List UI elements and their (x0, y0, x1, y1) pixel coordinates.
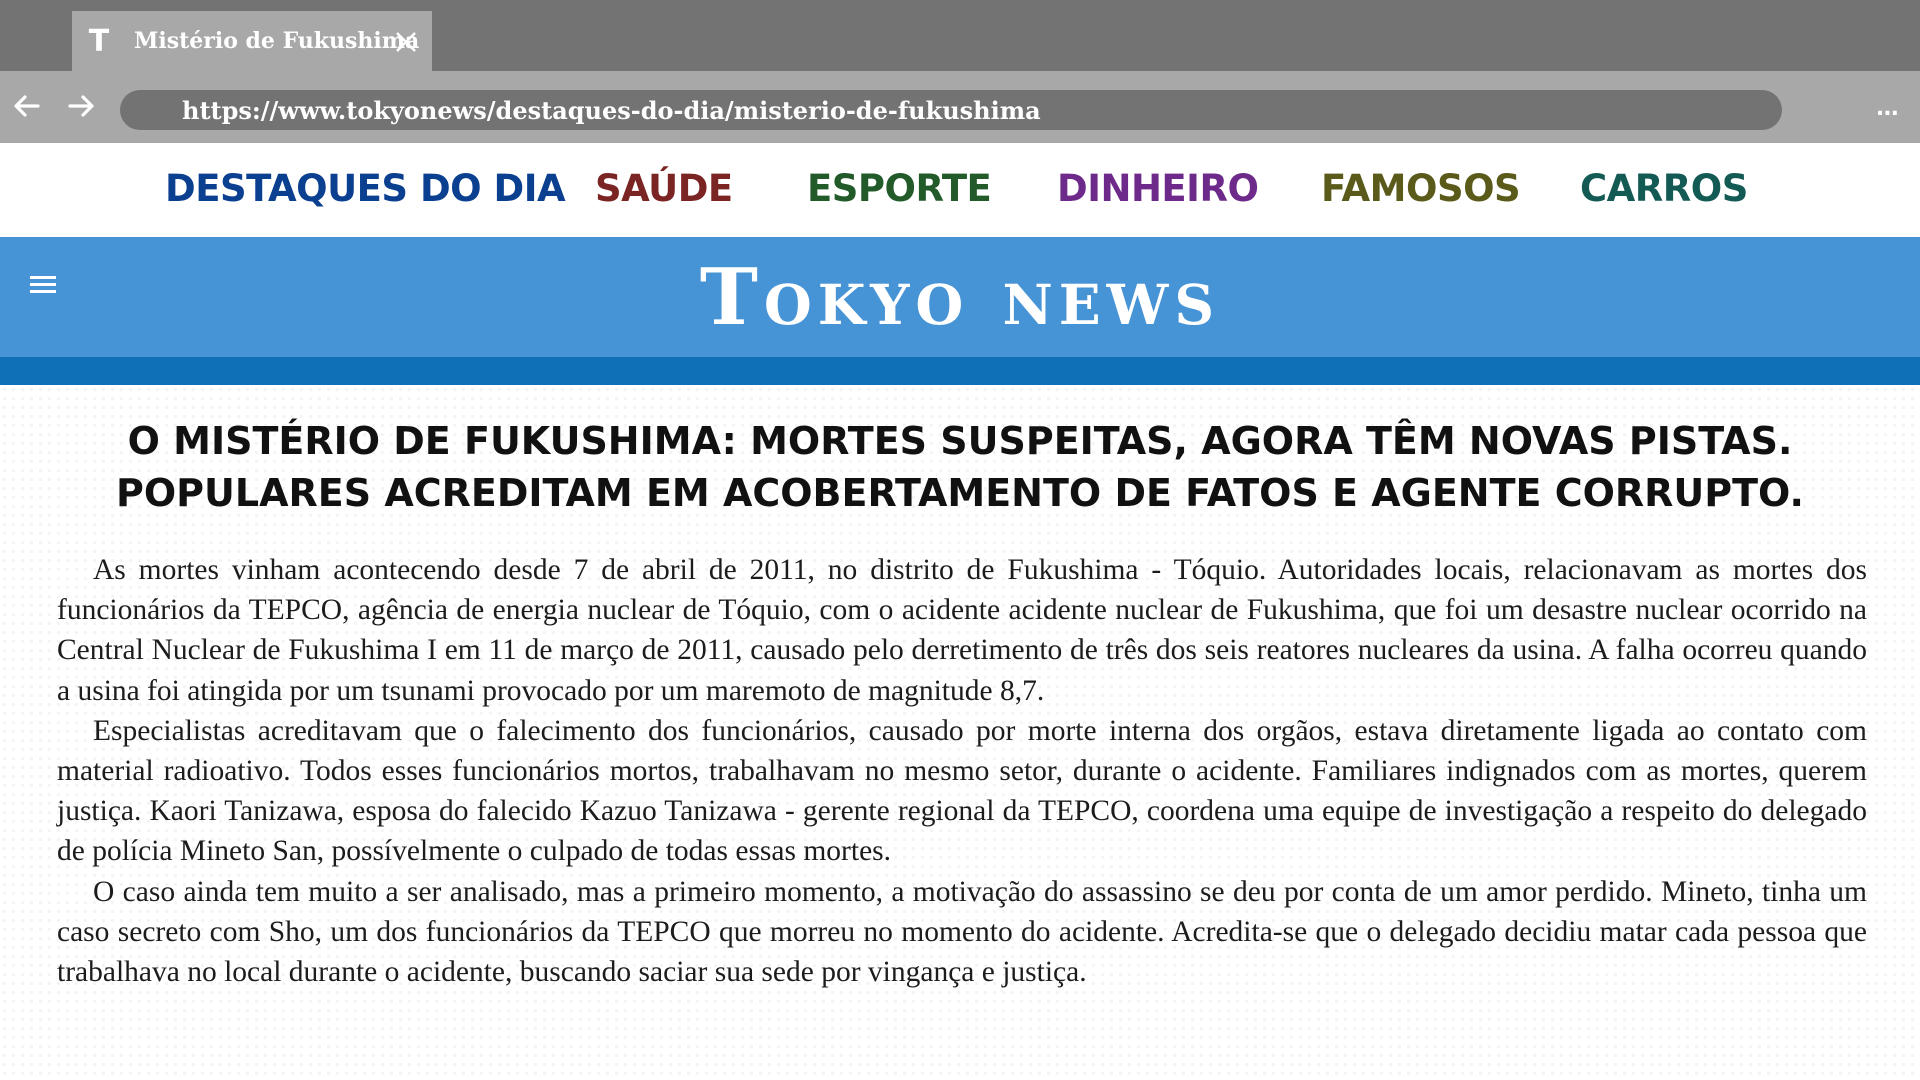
headline-line-1: O MISTÉRIO DE FUKUSHIMA: MORTES SUSPEITA… (127, 419, 1793, 463)
section-nav: DESTAQUES DO DIA SAÚDE ESPORTE DINHEIRO … (0, 143, 1920, 237)
more-menu-icon[interactable]: ... (1876, 96, 1899, 121)
section-link-carros[interactable]: CARROS (1580, 167, 1748, 210)
section-link-dinheiro[interactable]: DINHEIRO (1057, 167, 1259, 210)
headline-line-2: POPULARES ACREDITAM EM ACOBERTAMENTO DE … (116, 471, 1804, 515)
back-arrow-icon[interactable] (10, 89, 44, 123)
article-headline: O MISTÉRIO DE FUKUSHIMA: MORTES SUSPEITA… (60, 415, 1860, 519)
paragraph: As mortes vinham acontecendo desde 7 de … (57, 554, 1867, 707)
favicon-icon: T (88, 23, 110, 59)
section-link-esporte[interactable]: ESPORTE (807, 167, 992, 210)
tab-title: Mistério de Fukushima (134, 28, 420, 54)
article: O MISTÉRIO DE FUKUSHIMA: MORTES SUSPEITA… (0, 385, 1920, 1080)
close-icon[interactable] (394, 30, 418, 54)
tab-strip: T Mistério de Fukushima (0, 0, 1920, 71)
section-link-saude[interactable]: SAÚDE (595, 167, 733, 210)
browser-toolbar: https://www.tokyonews/destaques-do-dia/m… (0, 71, 1920, 143)
paragraph: Especialistas acreditavam que o falecime… (57, 714, 1867, 868)
section-link-destaques[interactable]: DESTAQUES DO DIA (165, 167, 566, 210)
address-bar[interactable]: https://www.tokyonews/destaques-do-dia/m… (120, 90, 1782, 130)
url-text: https://www.tokyonews/destaques-do-dia/m… (182, 95, 1041, 125)
article-body: As mortes vinham acontecendo desde 7 de … (57, 550, 1867, 992)
paragraph: O caso ainda tem muito a ser analisado, … (57, 875, 1867, 989)
forward-arrow-icon[interactable] (64, 89, 98, 123)
masthead-band (0, 357, 1920, 385)
site-logo[interactable]: Tokyo news (0, 250, 1920, 346)
browser-tab[interactable]: T Mistério de Fukushima (72, 11, 432, 71)
section-link-famosos[interactable]: FAMOSOS (1321, 167, 1521, 210)
